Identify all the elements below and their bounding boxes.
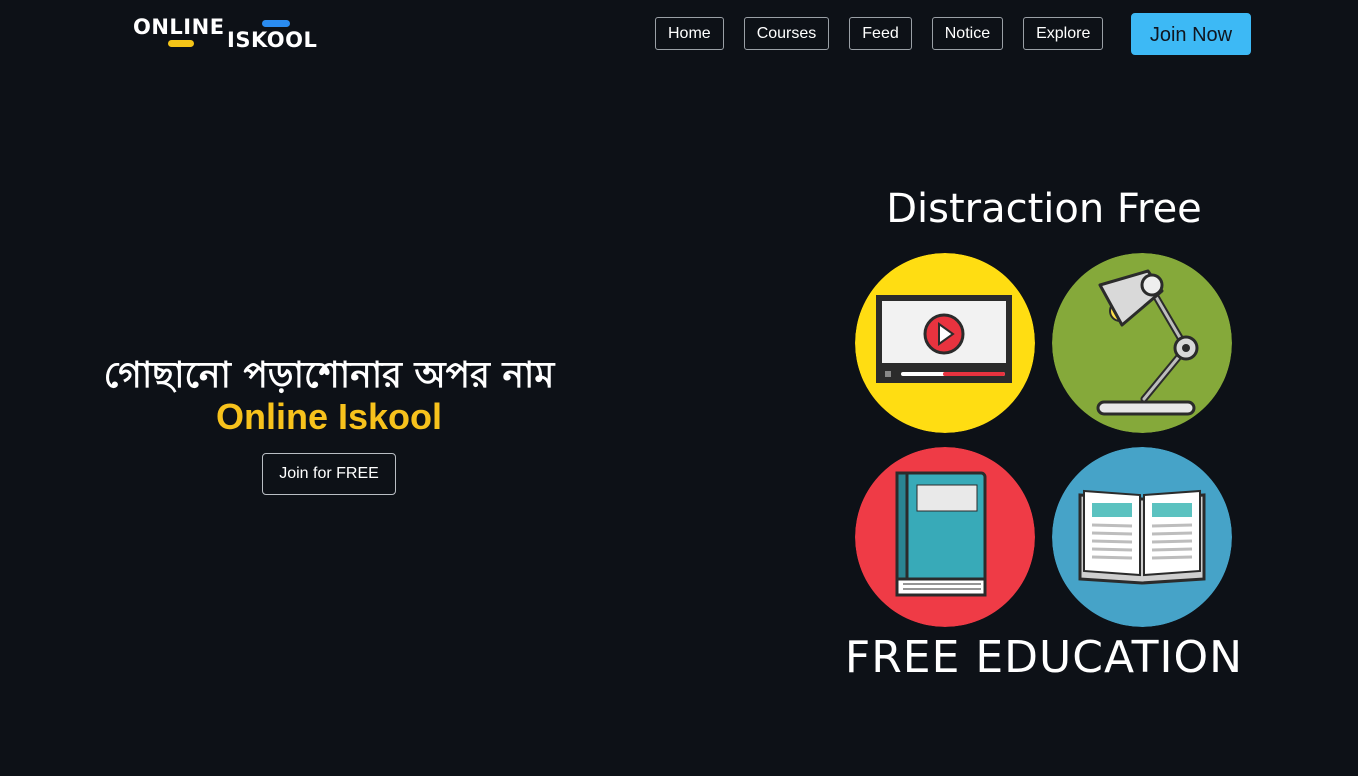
closed-book-tile xyxy=(855,447,1035,627)
nav-feed-button[interactable]: Feed xyxy=(849,17,912,50)
nav-notice-button[interactable]: Notice xyxy=(931,17,1004,50)
logo-blue-accent xyxy=(262,20,290,27)
closed-book-icon xyxy=(855,447,1035,627)
nav-home-button[interactable]: Home xyxy=(655,17,724,50)
join-for-free-button[interactable]: Join for FREE xyxy=(262,453,396,495)
hero-brand-name: Online Iskool xyxy=(215,396,443,437)
video-player-icon xyxy=(855,253,1035,433)
illustration-footer: FREE EDUCATION xyxy=(844,632,1244,683)
desk-lamp-tile xyxy=(1052,253,1232,433)
logo-text-line1: ONLINE xyxy=(133,15,225,39)
nav-explore-button[interactable]: Explore xyxy=(1023,17,1104,50)
open-book-icon xyxy=(1052,447,1232,627)
hero-tagline: গোছানো পড়াশোনার অপর নাম xyxy=(103,355,555,396)
join-now-button[interactable]: Join Now xyxy=(1131,13,1251,55)
desk-lamp-icon xyxy=(1052,253,1232,433)
open-book-tile xyxy=(1052,447,1232,627)
video-player-tile xyxy=(855,253,1035,433)
logo-yellow-accent xyxy=(168,40,194,47)
illustration-title: Distraction Free xyxy=(886,186,1202,232)
hero-section: গোছানো পড়াশোনার অপর নাম Online Iskool J… xyxy=(60,355,598,495)
main-nav: Home Courses Feed Notice Explore xyxy=(655,17,1123,50)
nav-courses-button[interactable]: Courses xyxy=(743,17,830,50)
landing-page: ONLINE ISKOOL Home Courses Feed Notice E… xyxy=(0,0,1358,776)
site-logo[interactable]: ONLINE ISKOOL xyxy=(132,14,334,54)
logo-text-line2: ISKOOL xyxy=(227,28,318,52)
